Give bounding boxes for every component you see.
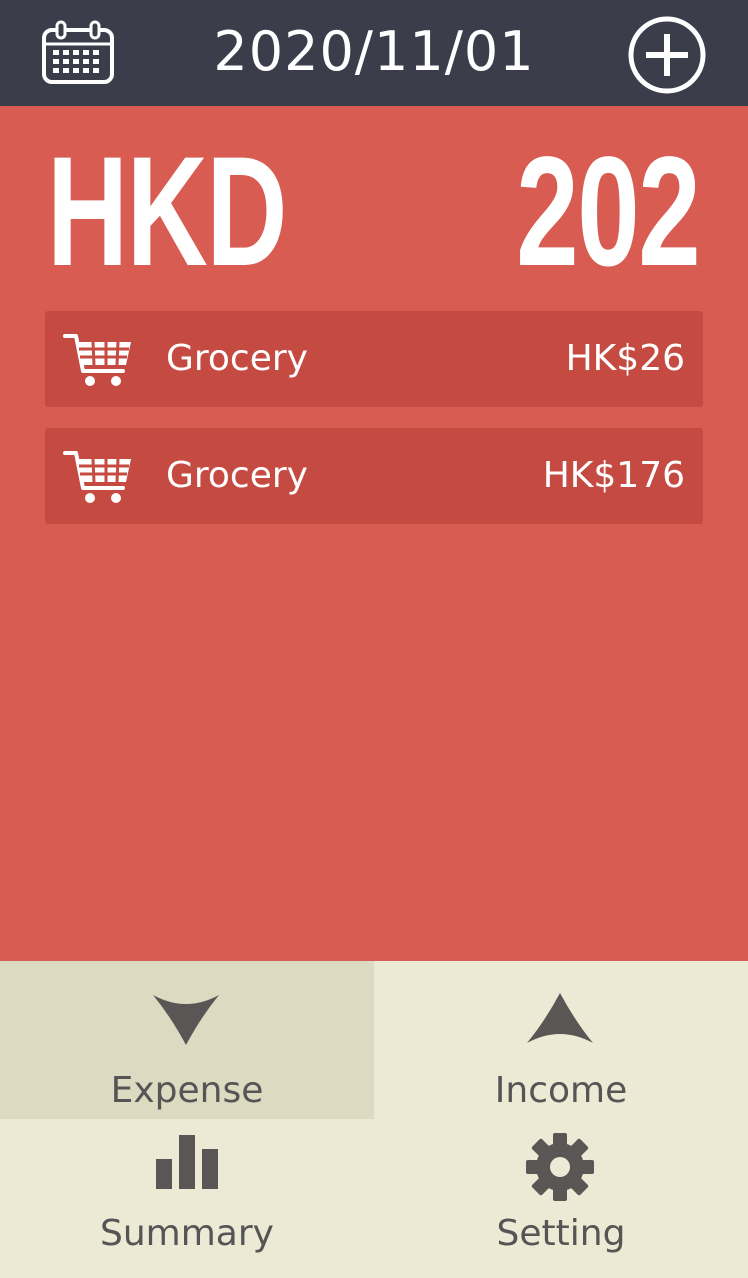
tab-setting-label: Setting	[496, 1213, 626, 1254]
top-bar: 2020/11/01	[0, 0, 748, 106]
tab-expense-label: Expense	[110, 1070, 264, 1111]
tab-expense[interactable]: Expense	[0, 961, 374, 1119]
tab-setting[interactable]: Setting	[374, 1119, 748, 1278]
tab-summary-label: Summary	[100, 1213, 274, 1254]
entry-category: Grocery	[166, 338, 308, 379]
tab-income[interactable]: Income	[374, 961, 748, 1119]
chevron-up-icon	[527, 993, 593, 1043]
add-entry-button[interactable]	[626, 14, 708, 96]
list-item[interactable]: Grocery HK$176	[45, 428, 703, 524]
calendar-button[interactable]	[40, 20, 116, 86]
tab-summary[interactable]: Summary	[0, 1119, 374, 1278]
plus-circle-icon	[628, 16, 706, 94]
bottom-nav: Expense Income Summary Setting	[0, 961, 748, 1278]
entry-category: Grocery	[166, 455, 308, 496]
current-date[interactable]: 2020/11/01	[140, 19, 608, 85]
list-item[interactable]: Grocery HK$26	[45, 311, 703, 407]
tab-income-label: Income	[494, 1070, 628, 1111]
entry-amount: HK$26	[565, 338, 685, 379]
entry-amount: HK$176	[542, 455, 685, 496]
shopping-cart-icon	[63, 451, 131, 503]
bar-chart-icon	[156, 1135, 218, 1189]
shopping-cart-icon	[63, 334, 131, 386]
calendar-icon	[42, 20, 114, 84]
total-amount: 202	[515, 125, 701, 299]
currency-code: HKD	[47, 125, 287, 299]
chevron-down-icon	[153, 995, 219, 1045]
gear-icon	[526, 1133, 594, 1201]
